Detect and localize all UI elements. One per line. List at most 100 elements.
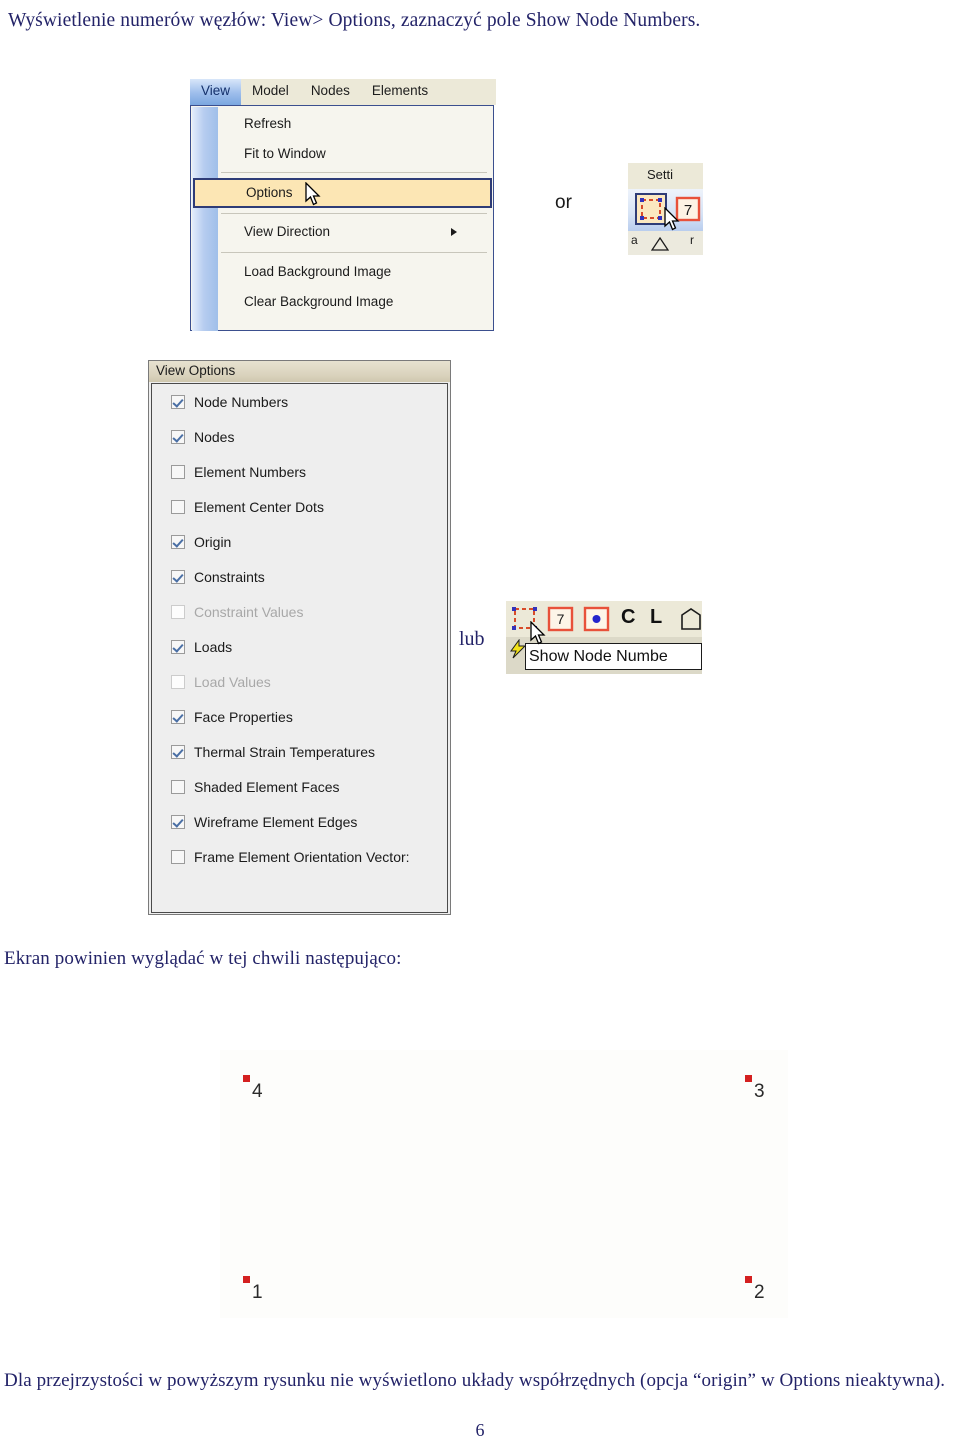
triangle-icon bbox=[651, 236, 669, 251]
toolbar-crop-show-node-numbers: 7 C L Show Node Numbe bbox=[506, 601, 702, 674]
toolbar-crop-settings: Setti 7 a r bbox=[628, 163, 703, 255]
view-options-title: View Options bbox=[149, 361, 450, 382]
option-label: Node Numbers bbox=[194, 393, 289, 410]
node-label-1: 1 bbox=[252, 1282, 263, 1303]
option-label: Nodes bbox=[194, 428, 235, 445]
menu-item-view-direction-label: View Direction bbox=[244, 224, 331, 239]
option-row-node-numbers[interactable]: Node Numbers bbox=[152, 384, 447, 419]
option-row-nodes[interactable]: Nodes bbox=[152, 419, 447, 454]
option-label: Origin bbox=[194, 533, 232, 550]
checkbox-wireframe-element-edges[interactable] bbox=[171, 814, 185, 829]
checkbox-constraint-values bbox=[171, 604, 185, 619]
toolbar-crop-bottom-strip: a r bbox=[628, 231, 703, 255]
loads-toolbar-glyph[interactable]: L bbox=[650, 606, 662, 629]
option-row-load-values: Load Values bbox=[152, 664, 447, 699]
page-title: Wyświetlenie numerów węzłów: View> Optio… bbox=[8, 10, 701, 31]
tooltip-show-node-numbers: Show Node Numbe bbox=[525, 643, 702, 670]
show-element-numbers-toolbar-button[interactable]: 7 bbox=[547, 606, 574, 632]
node-marker bbox=[243, 1276, 250, 1283]
node-label-4: 4 bbox=[252, 1081, 263, 1102]
option-row-element-center-dots[interactable]: Element Center Dots bbox=[152, 489, 447, 524]
mid-caption: Ekran powinien wyglądać w tej chwili nas… bbox=[4, 948, 402, 969]
view-options-list: Node Numbers Nodes Element Numbers Eleme… bbox=[151, 383, 448, 913]
option-row-element-numbers[interactable]: Element Numbers bbox=[152, 454, 447, 489]
node-label-2: 2 bbox=[754, 1282, 765, 1303]
show-node-numbers-toolbar-button[interactable] bbox=[635, 193, 667, 225]
option-row-wireframe-element-edges[interactable]: Wireframe Element Edges bbox=[152, 804, 447, 839]
menu-item-fit-to-window[interactable]: Fit to Window bbox=[219, 140, 469, 168]
show-nodes-toolbar-button[interactable] bbox=[583, 606, 610, 632]
node-label-3: 3 bbox=[754, 1081, 765, 1102]
menu-gutter bbox=[192, 107, 218, 331]
option-label: Wireframe Element Edges bbox=[194, 813, 358, 830]
option-row-face-properties[interactable]: Face Properties bbox=[152, 699, 447, 734]
option-row-constraints[interactable]: Constraints bbox=[152, 559, 447, 594]
menu-item-load-background-image[interactable]: Load Background Image bbox=[219, 258, 469, 286]
checkbox-constraints[interactable] bbox=[171, 569, 185, 584]
checkbox-shaded-element-faces[interactable] bbox=[171, 779, 185, 794]
page-number: 6 bbox=[475, 1420, 485, 1440]
menubar-item-model[interactable]: Model bbox=[241, 79, 300, 105]
option-label: Load Values bbox=[194, 673, 271, 690]
checkbox-element-numbers[interactable] bbox=[171, 464, 185, 479]
menubar-item-nodes[interactable]: Nodes bbox=[300, 79, 361, 105]
node-dot-icon bbox=[583, 606, 610, 632]
checkbox-nodes[interactable] bbox=[171, 429, 185, 444]
option-row-frame-element-orientation-vectors[interactable]: Frame Element Orientation Vector: bbox=[152, 839, 447, 874]
mouse-cursor-icon bbox=[305, 182, 321, 206]
mouse-cursor-icon bbox=[664, 207, 680, 231]
menubar-item-elements[interactable]: Elements bbox=[361, 79, 439, 105]
node-marker bbox=[243, 1075, 250, 1082]
bottom-note: Dla przejrzystości w powyższym rysunku n… bbox=[4, 1370, 946, 1391]
checkbox-node-numbers[interactable] bbox=[171, 394, 185, 409]
connector-lub: lub bbox=[459, 628, 485, 650]
node-diagram-canvas: 4 3 1 2 bbox=[220, 1050, 788, 1318]
chevron-right-icon bbox=[451, 228, 457, 236]
view-dropdown-panel: Refresh Fit to Window Options View Direc… bbox=[190, 105, 494, 331]
element-numbers-icon: 7 bbox=[547, 606, 574, 632]
shaded-faces-icon[interactable] bbox=[679, 607, 702, 631]
option-label: Element Center Dots bbox=[194, 498, 324, 515]
toolbar-fragment-left: a bbox=[631, 233, 638, 247]
checkbox-loads[interactable] bbox=[171, 639, 185, 654]
checkbox-load-values bbox=[171, 674, 185, 689]
menu-bar: View Model Nodes Elements bbox=[190, 79, 496, 105]
option-label: Loads bbox=[194, 638, 233, 655]
menu-item-refresh[interactable]: Refresh bbox=[219, 110, 469, 138]
option-label: Thermal Strain Temperatures bbox=[194, 743, 376, 760]
node-marker bbox=[745, 1276, 752, 1283]
checkbox-frame-element-orientation-vectors[interactable] bbox=[171, 849, 185, 864]
connector-or: or bbox=[555, 192, 572, 213]
view-options-panel: View Options Node Numbers Nodes Element … bbox=[148, 360, 451, 915]
checkbox-thermal-strain-temperatures[interactable] bbox=[171, 744, 185, 759]
option-label: Face Properties bbox=[194, 708, 293, 725]
option-label: Shaded Element Faces bbox=[194, 778, 340, 795]
option-label: Frame Element Orientation Vector: bbox=[194, 848, 410, 865]
toolbar-fragment-right: r bbox=[690, 233, 694, 247]
option-row-shaded-element-faces[interactable]: Shaded Element Faces bbox=[152, 769, 447, 804]
menu-item-options[interactable]: Options bbox=[193, 178, 492, 208]
toolbar-settings-label: Setti bbox=[647, 167, 674, 182]
menu-separator bbox=[221, 252, 487, 253]
node-numbers-icon bbox=[640, 198, 662, 220]
menu-separator bbox=[221, 213, 487, 214]
checkbox-origin[interactable] bbox=[171, 534, 185, 549]
option-label: Constraint Values bbox=[194, 603, 304, 620]
node-marker bbox=[745, 1075, 752, 1082]
checkbox-element-center-dots[interactable] bbox=[171, 499, 185, 514]
constraints-toolbar-glyph[interactable]: C bbox=[621, 606, 635, 629]
option-row-constraint-values: Constraint Values bbox=[152, 594, 447, 629]
checkbox-face-properties[interactable] bbox=[171, 709, 185, 724]
menu-item-view-direction[interactable]: View Direction bbox=[219, 218, 469, 246]
option-label: Element Numbers bbox=[194, 463, 307, 480]
svg-text:7: 7 bbox=[557, 611, 565, 627]
option-row-loads[interactable]: Loads bbox=[152, 629, 447, 664]
view-menu-screenshot: View Model Nodes Elements Refresh Fit to… bbox=[190, 79, 496, 333]
option-label: Constraints bbox=[194, 568, 265, 585]
menu-separator bbox=[221, 172, 487, 173]
option-row-origin[interactable]: Origin bbox=[152, 524, 447, 559]
menu-item-clear-background-image[interactable]: Clear Background Image bbox=[219, 288, 469, 316]
menubar-item-view[interactable]: View bbox=[190, 79, 242, 105]
option-row-thermal-strain-temperatures[interactable]: Thermal Strain Temperatures bbox=[152, 734, 447, 769]
mouse-cursor-icon bbox=[530, 621, 546, 645]
